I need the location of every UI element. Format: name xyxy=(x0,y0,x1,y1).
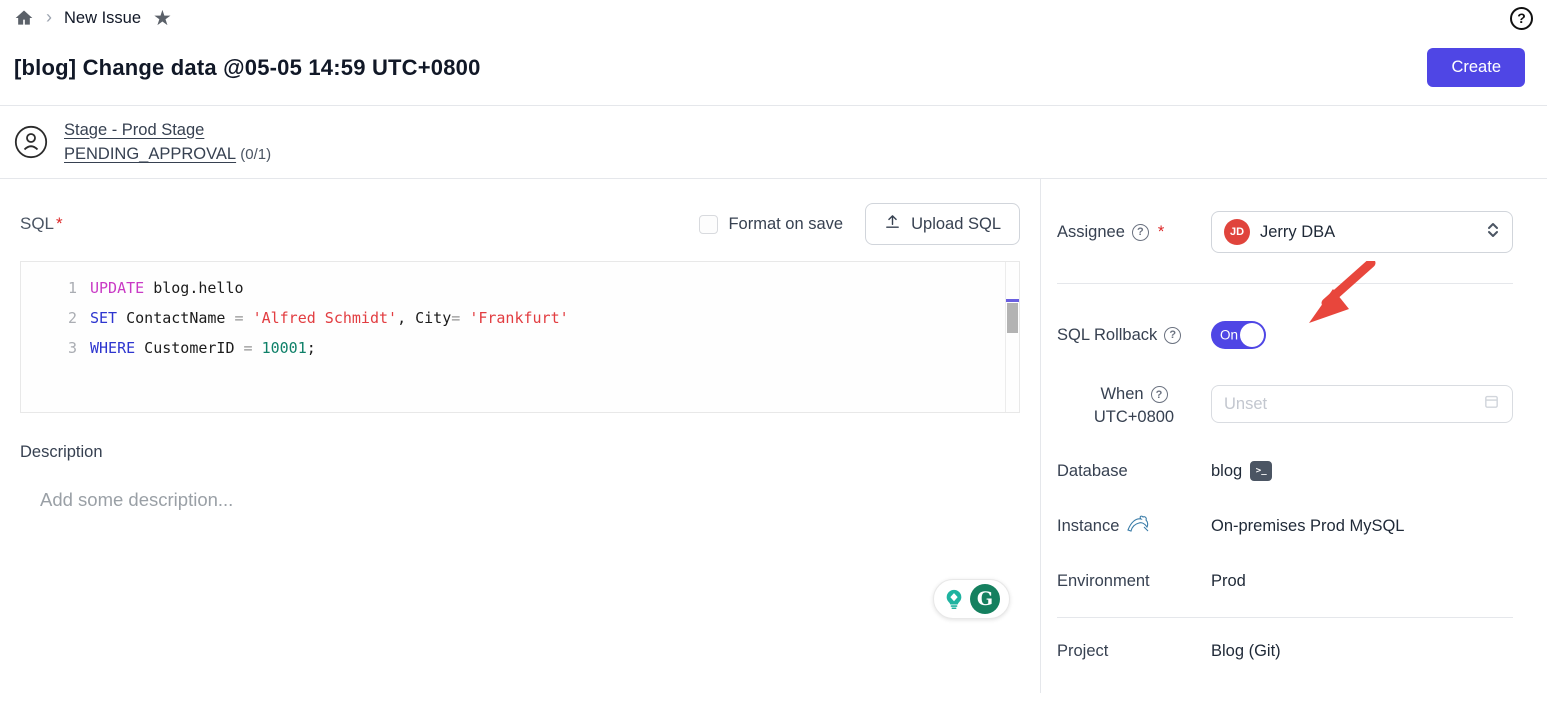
create-button[interactable]: Create xyxy=(1427,48,1525,87)
home-icon[interactable] xyxy=(14,8,34,28)
stage-progress: (0/1) xyxy=(240,146,271,163)
required-asterisk: * xyxy=(56,214,63,233)
left-column: SQL* Format on save Upload SQL 1UPDATE b… xyxy=(0,179,1040,693)
title-row: [blog] Change data @05-05 14:59 UTC+0800… xyxy=(0,36,1547,105)
upload-icon xyxy=(884,213,901,235)
database-value[interactable]: blog xyxy=(1211,462,1242,481)
when-date-input[interactable]: Unset xyxy=(1211,385,1513,423)
database-row: Database blog >_ xyxy=(1057,461,1513,481)
breadcrumb-page-label[interactable]: New Issue xyxy=(64,9,141,28)
main-split: SQL* Format on save Upload SQL 1UPDATE b… xyxy=(0,179,1547,693)
environment-value: Prod xyxy=(1211,572,1246,591)
toggle-knob xyxy=(1240,323,1264,347)
environment-label: Environment xyxy=(1057,572,1211,591)
sql-header: SQL* Format on save Upload SQL xyxy=(20,203,1020,245)
help-icon[interactable]: ? xyxy=(1510,7,1533,30)
assignee-value: Jerry DBA xyxy=(1260,223,1335,242)
format-on-save-label: Format on save xyxy=(728,215,843,234)
line-number: 3 xyxy=(21,333,77,363)
code-line[interactable]: 2SET ContactName = 'Alfred Schmidt', Cit… xyxy=(21,303,1019,333)
format-on-save-checkbox[interactable] xyxy=(699,215,718,234)
sql-rollback-toggle[interactable]: On xyxy=(1211,321,1266,349)
issue-sidebar: Assignee ? * JD Jerry DBA SQL Rollback ? xyxy=(1040,179,1547,693)
assignee-label: Assignee ? * xyxy=(1057,223,1211,242)
stage-status-line: PENDING_APPROVAL (0/1) xyxy=(64,145,271,164)
calendar-icon xyxy=(1483,393,1500,415)
stage-status-link[interactable]: PENDING_APPROVAL xyxy=(64,145,236,163)
environment-row: Environment Prod xyxy=(1057,572,1513,591)
page-title: [blog] Change data @05-05 14:59 UTC+0800 xyxy=(14,55,481,81)
instance-label: Instance xyxy=(1057,514,1211,539)
instance-row: Instance On-premises Prod MySQL xyxy=(1057,514,1513,539)
project-value: Blog (Git) xyxy=(1211,642,1281,661)
when-row: When ? UTC+0800 Unset xyxy=(1057,385,1513,427)
breadcrumb: › New Issue ★ ? xyxy=(0,0,1547,36)
description-input[interactable]: Add some description... xyxy=(40,489,1020,511)
database-label: Database xyxy=(1057,462,1211,481)
help-circle-icon[interactable]: ? xyxy=(1132,224,1149,241)
code-lines: 1UPDATE blog.hello2SET ContactName = 'Al… xyxy=(21,262,1019,363)
terminal-icon[interactable]: >_ xyxy=(1250,461,1272,481)
sql-editor[interactable]: 1UPDATE blog.hello2SET ContactName = 'Al… xyxy=(20,261,1020,413)
stage-link[interactable]: Stage - Prod Stage xyxy=(64,121,271,140)
avatar: JD xyxy=(1224,219,1250,245)
assignee-row: Assignee ? * JD Jerry DBA xyxy=(1057,211,1513,253)
instance-value: On-premises Prod MySQL xyxy=(1211,517,1404,536)
date-placeholder: Unset xyxy=(1224,395,1267,414)
code-line[interactable]: 1UPDATE blog.hello xyxy=(21,273,1019,303)
mysql-dolphin-icon xyxy=(1126,514,1150,539)
code-line[interactable]: 3WHERE CustomerID = 10001; xyxy=(21,333,1019,363)
when-label: When ? UTC+0800 xyxy=(1057,385,1211,427)
star-icon[interactable]: ★ xyxy=(153,8,172,29)
help-circle-icon[interactable]: ? xyxy=(1164,327,1181,344)
stage-texts: Stage - Prod Stage PENDING_APPROVAL (0/1… xyxy=(64,121,271,164)
line-number: 1 xyxy=(21,273,77,303)
breadcrumb-chevron-icon: › xyxy=(46,7,52,28)
required-asterisk: * xyxy=(1158,223,1164,242)
project-label: Project xyxy=(1057,642,1211,661)
stage-row: Stage - Prod Stage PENDING_APPROVAL (0/1… xyxy=(0,106,1547,178)
divider xyxy=(1057,283,1513,284)
help-circle-icon[interactable]: ? xyxy=(1151,386,1168,403)
upload-sql-button[interactable]: Upload SQL xyxy=(865,203,1020,245)
project-row: Project Blog (Git) xyxy=(1057,642,1513,661)
editor-scrollbar[interactable] xyxy=(1005,262,1019,412)
upload-label: Upload SQL xyxy=(911,215,1001,234)
assignee-select[interactable]: JD Jerry DBA xyxy=(1211,211,1513,253)
line-number: 2 xyxy=(21,303,77,333)
grammarly-widget[interactable]: G xyxy=(933,579,1010,619)
grammarly-icon[interactable]: G xyxy=(970,584,1000,614)
when-timezone: UTC+0800 xyxy=(1094,408,1174,427)
chevron-updown-icon xyxy=(1486,221,1500,244)
description-label: Description xyxy=(20,443,1020,462)
sql-rollback-label: SQL Rollback ? xyxy=(1057,326,1211,345)
sql-label: SQL* xyxy=(20,214,63,234)
divider xyxy=(1057,617,1513,618)
scrollbar-cursor-mark xyxy=(1006,299,1019,302)
scrollbar-thumb[interactable] xyxy=(1007,303,1018,333)
sql-rollback-row: SQL Rollback ? On xyxy=(1057,321,1513,349)
assignee-avatar-icon xyxy=(14,125,48,159)
lightbulb-icon[interactable] xyxy=(943,588,965,610)
toggle-state-label: On xyxy=(1220,328,1238,343)
